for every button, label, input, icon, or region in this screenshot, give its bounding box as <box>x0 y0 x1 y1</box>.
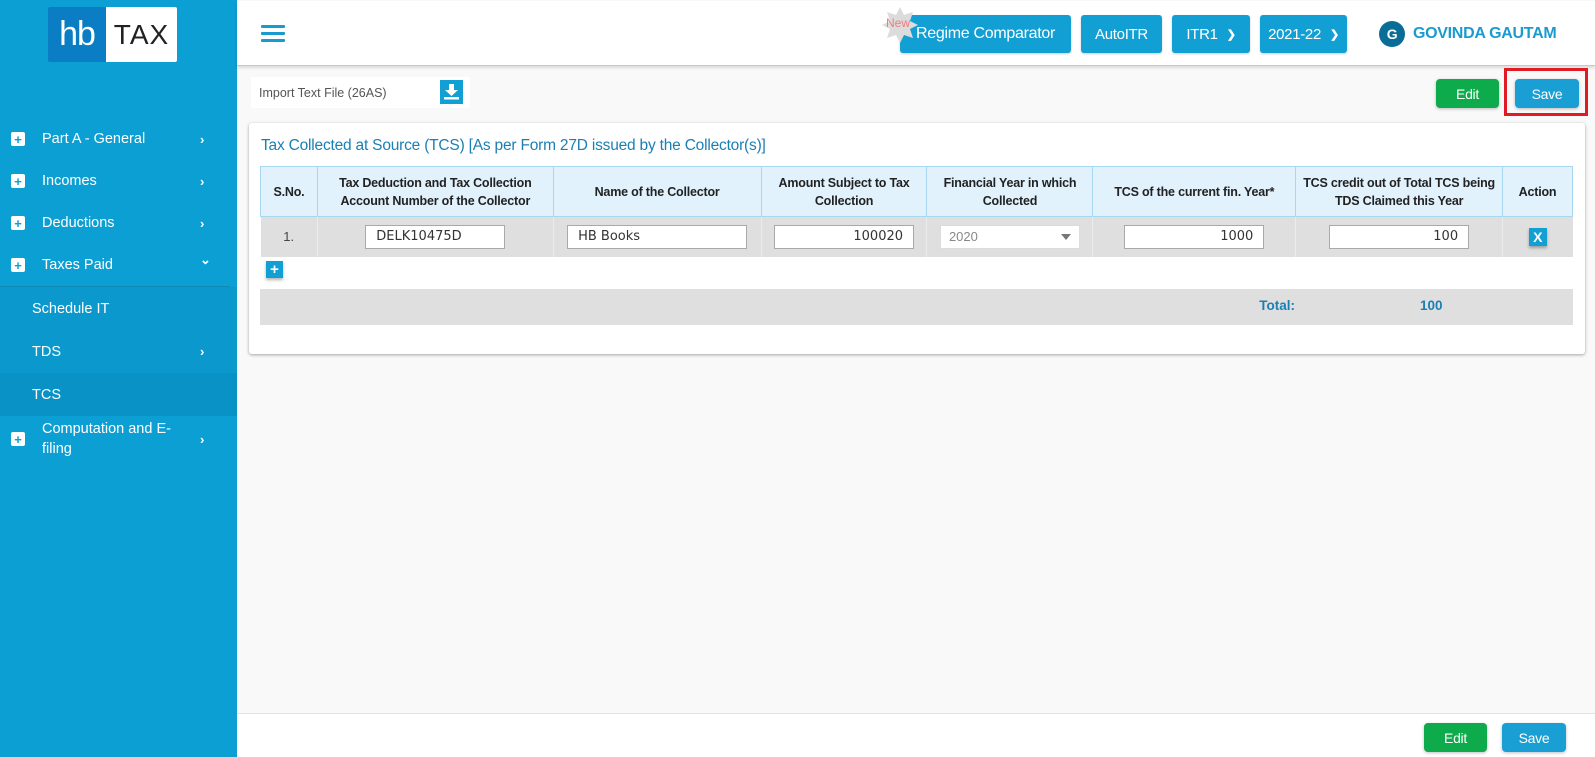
col-action: Action <box>1502 166 1573 217</box>
tcs-current-input[interactable]: 1000 <box>1124 224 1265 249</box>
new-badge-label: New <box>886 16 911 30</box>
assessment-year-select[interactable]: 2021-22 ❯ <box>1260 15 1347 53</box>
logo-tax: TAX <box>106 7 177 62</box>
cell-tan: DELK10475D <box>316 216 554 257</box>
col-tcs-current: TCS of the current fin. Year* <box>1092 166 1297 217</box>
col-amount: Amount Subject to Tax Collection <box>760 166 928 217</box>
sidebar-item-incomes[interactable]: + Incomes › <box>0 160 237 202</box>
autoitr-label: AutoITR <box>1095 25 1148 43</box>
taxes-paid-submenu: Schedule IT TDS › TCS <box>0 287 237 416</box>
tcs-credit-input[interactable]: 100 <box>1329 224 1470 249</box>
regime-comparator-button[interactable]: Regime Comparator <box>900 15 1071 53</box>
footer-save-button[interactable]: Save <box>1502 723 1566 752</box>
col-tan: Tax Deduction and Tax Collection Account… <box>316 166 554 217</box>
chevron-right-icon: › <box>200 131 205 147</box>
sidebar-item-label: Deductions <box>42 215 115 231</box>
chevron-down-icon: ❯ <box>1330 28 1339 41</box>
total-label: Total: <box>1259 298 1295 313</box>
user-name: GOVINDA GAUTAM <box>1413 25 1557 42</box>
save-highlight-box <box>1504 68 1588 116</box>
footer-edit-button[interactable]: Edit <box>1424 723 1487 752</box>
footer-save-label: Save <box>1518 729 1550 746</box>
cell-collector: HB Books <box>552 216 762 257</box>
footer-bar: Edit Save <box>237 713 1595 757</box>
sidebar-item-label: TDS <box>32 343 61 360</box>
tcs-section-card: Tax Collected at Source (TCS) [As per Fo… <box>249 123 1585 354</box>
assessment-year-value: 2021-22 <box>1268 25 1322 43</box>
logo-hb: hb <box>48 7 106 62</box>
cell-action: X <box>1502 216 1573 257</box>
delete-row-icon[interactable]: X <box>1528 227 1547 246</box>
hamburger-menu-icon[interactable] <box>261 25 285 42</box>
itr-form-value: ITR1 <box>1186 25 1218 43</box>
cell-amount: 100020 <box>760 216 927 257</box>
download-import-button[interactable] <box>440 80 463 104</box>
sidebar-item-tcs[interactable]: TCS <box>0 373 237 416</box>
sidebar-item-label: Taxes Paid <box>42 257 113 273</box>
autoitr-button[interactable]: AutoITR <box>1081 15 1162 53</box>
sidebar-item-label: Schedule IT <box>32 300 110 317</box>
amount-input[interactable]: 100020 <box>774 224 915 249</box>
sidebar-item-label: TCS <box>32 386 61 403</box>
sidebar-item-computation-efiling[interactable]: + Computation and E-filing › <box>0 416 237 462</box>
itr-form-select[interactable]: ITR1 ❯ <box>1172 15 1250 53</box>
chevron-down-icon: ❯ <box>1226 28 1236 41</box>
tcs-table: S.No. Tax Deduction and Tax Collection A… <box>260 166 1573 257</box>
plus-icon: + <box>11 174 25 188</box>
sidebar-item-part-a-general[interactable]: + Part A - General › <box>0 118 237 160</box>
topbar: Regime Comparator New AutoITR ITR1 ❯ 202… <box>237 1 1595 66</box>
sidebar-item-taxes-paid[interactable]: + Taxes Paid ⌄ <box>0 244 237 286</box>
user-menu[interactable]: G GOVINDA GAUTAM <box>1379 21 1557 47</box>
chevron-down-icon: ⌄ <box>200 252 211 267</box>
chevron-right-icon: › <box>200 173 205 189</box>
sidebar-item-deductions[interactable]: + Deductions › <box>0 202 237 244</box>
total-value: 100 <box>1420 298 1443 313</box>
fin-year-select[interactable]: 2020 <box>939 224 1080 249</box>
chevron-right-icon: › <box>200 431 205 447</box>
cell-fin-year: 2020 <box>926 216 1093 257</box>
sidebar-item-tds[interactable]: TDS › <box>0 330 237 373</box>
collector-name-input[interactable]: HB Books <box>567 224 748 249</box>
table-header-row: S.No. Tax Deduction and Tax Collection A… <box>260 166 1573 217</box>
sidebar: hb TAX + Part A - General › + Incomes › … <box>0 0 237 757</box>
plus-icon: + <box>11 432 25 446</box>
sidebar-nav: + Part A - General › + Incomes › + Deduc… <box>0 118 237 462</box>
chevron-right-icon: › <box>200 215 205 231</box>
cell-tcs-current: 1000 <box>1092 216 1296 257</box>
col-tcs-credit: TCS credit out of Total TCS being TDS Cl… <box>1295 166 1504 217</box>
cell-tcs-credit: 100 <box>1295 216 1503 257</box>
sidebar-item-schedule-it[interactable]: Schedule IT <box>0 287 237 330</box>
download-icon <box>444 84 459 100</box>
fin-year-value: 2020 <box>948 229 978 245</box>
edit-button[interactable]: Edit <box>1436 79 1499 108</box>
regime-comparator-label: Regime Comparator <box>916 25 1055 42</box>
dropdown-arrow-icon <box>1060 233 1071 240</box>
edit-label: Edit <box>1456 85 1479 102</box>
cell-sno: 1. <box>260 216 318 257</box>
add-row-icon[interactable]: + <box>266 261 283 278</box>
tan-input[interactable]: DELK10475D <box>365 224 506 249</box>
import-label: Import Text File (26AS) <box>259 85 387 100</box>
sidebar-item-label: Incomes <box>42 173 97 189</box>
new-badge: New <box>882 7 918 43</box>
col-sno: S.No. <box>260 166 318 217</box>
chevron-right-icon: › <box>200 344 205 359</box>
total-row: Total: 100 <box>260 289 1573 325</box>
import-text-file[interactable]: Import Text File (26AS) <box>251 77 470 108</box>
sidebar-item-label: Part A - General <box>42 131 146 147</box>
plus-icon: + <box>11 258 25 272</box>
avatar: G <box>1379 21 1405 47</box>
plus-icon: + <box>11 132 25 146</box>
hbtax-logo[interactable]: hb TAX <box>48 7 177 62</box>
table-row: 1. DELK10475D HB Books 100020 2020 1000 … <box>260 216 1573 257</box>
footer-edit-label: Edit <box>1444 729 1467 746</box>
col-collector-name: Name of the Collector <box>552 166 762 217</box>
sidebar-item-label: Computation and E-filing <box>42 421 171 457</box>
section-title: Tax Collected at Source (TCS) [As per Fo… <box>261 137 766 154</box>
col-fin-year: Financial Year in which Collected <box>926 166 1094 217</box>
plus-icon: + <box>11 216 25 230</box>
